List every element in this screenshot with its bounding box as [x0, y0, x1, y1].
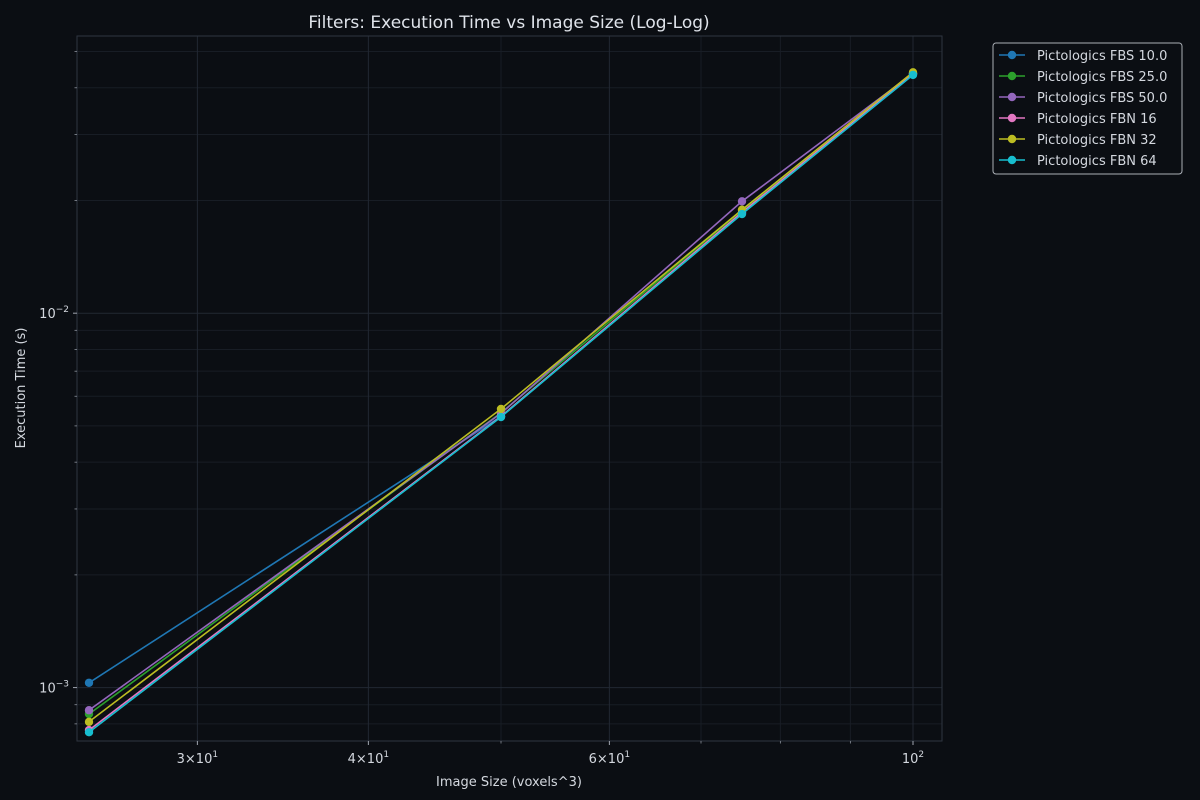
legend-marker [1007, 92, 1017, 102]
legend-marker [1007, 155, 1017, 165]
chart-canvas: Filters: Execution Time vs Image Size (L… [14, 13, 1183, 790]
legend-marker [1007, 134, 1017, 144]
data-point [737, 209, 747, 219]
y-tick-label: 10−3 [39, 680, 69, 697]
legend-marker [1007, 50, 1017, 60]
y-axis-label: Execution Time (s) [14, 328, 29, 449]
data-point [84, 678, 94, 687]
data-point [908, 70, 918, 80]
legend-label: Pictologics FBS 25.0 [1037, 70, 1167, 85]
data-point [84, 706, 94, 715]
grid [77, 36, 942, 741]
data-point [737, 197, 747, 206]
legend-label: Pictologics FBS 10.0 [1037, 49, 1167, 64]
legend-label: Pictologics FBS 50.0 [1037, 91, 1167, 106]
legend-marker [1007, 71, 1017, 81]
legend-label: Pictologics FBN 32 [1037, 133, 1157, 148]
data-point [496, 404, 506, 414]
x-tick-label: 3×101 [177, 750, 218, 767]
x-tick-label: 6×101 [589, 750, 630, 767]
x-tick-label: 4×101 [348, 750, 389, 767]
legend: Pictologics FBS 10.0 Pictologics FBS 25.0… [992, 42, 1183, 175]
legend-label: Pictologics FBN 16 [1037, 112, 1157, 127]
x-tick-label: 102 [902, 750, 924, 767]
data-point [496, 412, 506, 422]
x-axis-label: Image Size (voxels^3) [436, 775, 582, 790]
y-tick-label: 10−2 [39, 305, 69, 322]
legend-label: Pictologics FBN 64 [1037, 154, 1157, 169]
data-point [84, 717, 94, 727]
data-point [84, 728, 94, 737]
legend-marker [1007, 113, 1017, 123]
chart-title: Filters: Execution Time vs Image Size (L… [308, 13, 709, 33]
plot-area [76, 35, 943, 742]
